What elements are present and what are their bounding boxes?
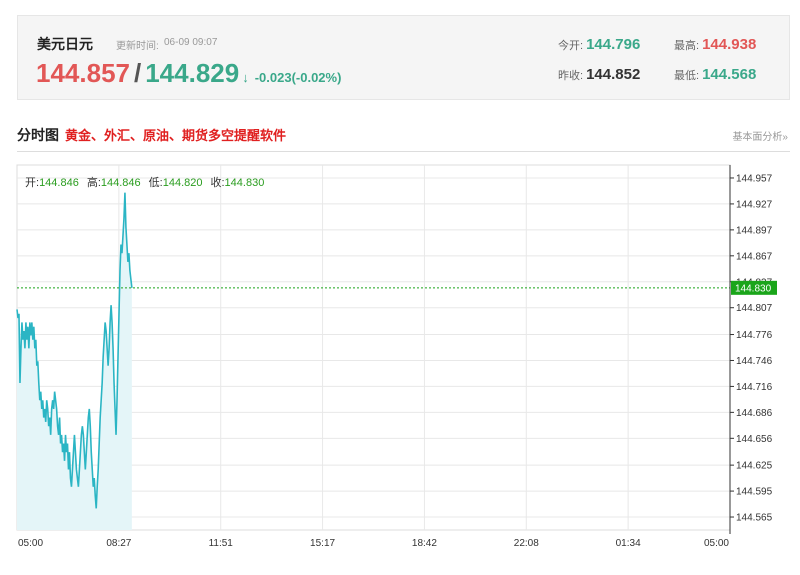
x-tick-label: 05:00 [18, 538, 43, 549]
x-tick-label: 22:08 [514, 538, 539, 549]
ohlc-low-label: 低: [148, 177, 163, 189]
intraday-chart: 05:00 08:27 11:51 15:17 18:42 22:08 01:34 05:00… [16, 164, 777, 549]
ohlc-readout: 开:144.846 高:144.846 低:144.820 收:144.830 [25, 174, 272, 190]
y-tick-label: 144.686 [736, 408, 773, 419]
y-tick-label: 144.595 [736, 487, 773, 498]
y-tick-label: 144.746 [736, 356, 773, 367]
x-tick-label: 11:51 [209, 538, 234, 549]
ohlc-high-label: 高: [86, 177, 101, 189]
ohlc-close-label: 收: [210, 177, 225, 189]
ohlc-close-value: 144.830 [224, 177, 265, 189]
y-tick-label: 144.807 [736, 303, 773, 314]
y-tick-label: 144.565 [736, 513, 773, 524]
ohlc-open-value: 144.846 [39, 177, 79, 189]
ohlc-low-value: 144.820 [162, 177, 203, 189]
y-tick-label: 144.625 [736, 461, 773, 472]
y-tick-label: 144.776 [736, 330, 773, 341]
x-tick-label: 05:00 [704, 538, 729, 549]
y-tick-label: 144.897 [736, 225, 773, 236]
price-area-fill [17, 192, 132, 530]
x-tick-label: 08:27 [106, 538, 131, 549]
y-tick-label: 144.656 [736, 434, 773, 445]
x-tick-label: 01:34 [616, 538, 641, 549]
y-tick-label: 144.927 [736, 199, 773, 210]
ohlc-open-label: 开: [25, 177, 40, 189]
y-tick-label: 144.716 [736, 382, 773, 393]
y-tick-label: 144.957 [736, 173, 773, 184]
ohlc-high-value: 144.846 [100, 177, 141, 189]
current-price-tag-label: 144.830 [735, 283, 772, 294]
x-tick-label: 18:42 [412, 538, 437, 549]
y-tick-label: 144.867 [736, 251, 773, 262]
x-tick-label: 15:17 [310, 538, 335, 549]
